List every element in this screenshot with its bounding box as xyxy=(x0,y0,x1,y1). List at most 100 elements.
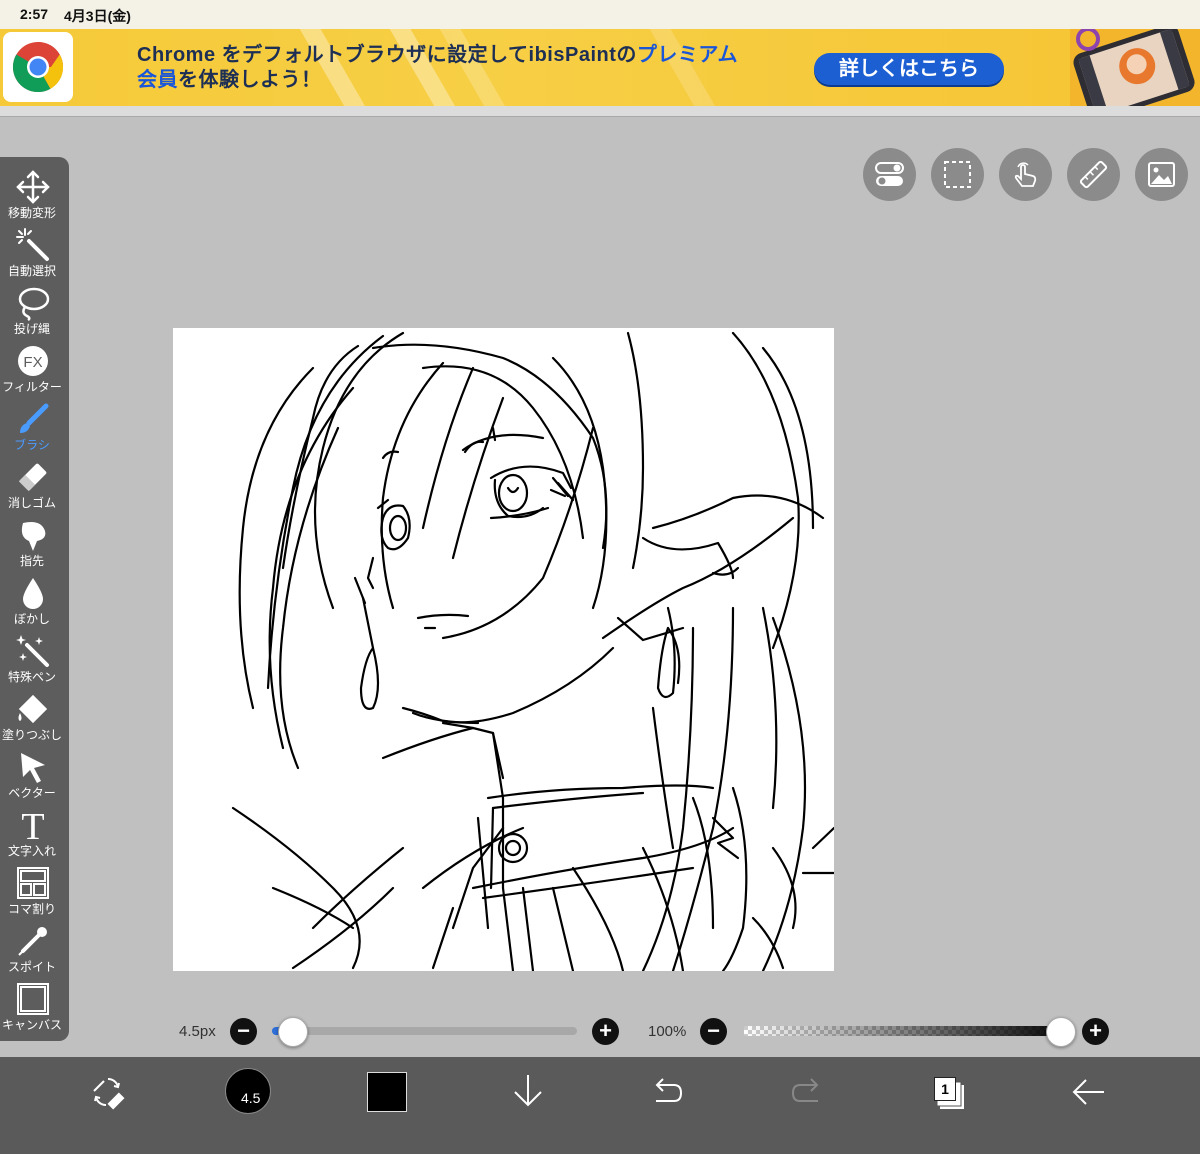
tool-palette: 移動変形 自動選択 投げ縄 FX フィルター ブラシ 消しゴム 指先 ぼかし 特… xyxy=(0,157,69,1041)
tool-special-pen[interactable]: 特殊ペン xyxy=(0,629,66,687)
layer-merge-down-button[interactable] xyxy=(511,1071,571,1131)
tool-label: ベクター xyxy=(8,786,56,800)
canvas-icon xyxy=(17,983,49,1015)
tool-frame-divider[interactable]: コマ割り xyxy=(0,861,66,919)
minus-icon: − xyxy=(707,1018,720,1043)
tool-fill[interactable]: 塗りつぶし xyxy=(0,687,66,745)
opacity-plus-button[interactable]: + xyxy=(1082,1018,1109,1045)
tool-magic-wand[interactable]: 自動選択 xyxy=(0,223,66,281)
banner-divider xyxy=(0,106,1200,117)
fill-icon xyxy=(18,694,48,724)
settings-toggle-button[interactable] xyxy=(863,148,916,201)
tool-eyedropper[interactable]: スポイト xyxy=(0,919,66,977)
tool-filter[interactable]: FX フィルター xyxy=(0,339,66,397)
tool-vector[interactable]: ベクター xyxy=(0,745,66,803)
fx-icon: FX xyxy=(18,346,48,376)
plus-icon: + xyxy=(1089,1018,1102,1043)
svg-text:T: T xyxy=(21,807,44,843)
color-picker-button[interactable] xyxy=(367,1072,407,1112)
opacity-minus-button[interactable]: − xyxy=(700,1018,727,1045)
drawing-canvas[interactable] xyxy=(173,328,834,971)
opacity-knob[interactable] xyxy=(1046,1017,1076,1047)
tool-label: フィルター xyxy=(2,380,62,394)
smudge-icon xyxy=(21,522,46,551)
magic-wand-icon xyxy=(16,228,49,261)
reference-image-icon xyxy=(1148,162,1175,187)
special-pen-icon xyxy=(16,635,49,667)
lasso-icon xyxy=(18,287,50,321)
blur-icon xyxy=(23,578,43,609)
toggle-icon xyxy=(875,162,904,186)
tool-label: 塗りつぶし xyxy=(1,728,63,742)
touch-icon xyxy=(1014,162,1037,187)
selection-button[interactable] xyxy=(931,148,984,201)
ad-cta-button[interactable]: 詳しくはこちら xyxy=(814,53,1004,85)
status-bar: 2:57 4月3日(金) xyxy=(0,0,1200,29)
brush-size-plus-button[interactable]: + xyxy=(592,1018,619,1045)
quick-switch-button[interactable] xyxy=(88,1073,148,1133)
ad-message: Chrome をデフォルトブラウザに設定してibisPaintのプレミアム 会員… xyxy=(137,43,738,93)
ad-text-2: を体験しよう！ xyxy=(178,69,322,91)
tool-label: 指先 xyxy=(19,554,44,568)
brush-size-knob[interactable] xyxy=(278,1017,309,1047)
eraser-icon xyxy=(18,463,47,492)
tool-label: ブラシ xyxy=(14,438,50,452)
text-icon: T xyxy=(21,807,44,843)
redo-button[interactable] xyxy=(790,1075,850,1135)
bottom-toolbar: 4.5 1 xyxy=(0,1057,1200,1154)
eyedropper-icon xyxy=(18,927,47,956)
layer-count-badge: 1 xyxy=(934,1077,956,1101)
brush-size-indicator: 4.5 xyxy=(241,1090,261,1106)
undo-button[interactable] xyxy=(650,1075,710,1135)
tool-move[interactable]: 移動変形 xyxy=(0,165,66,223)
tool-label: 文字入れ xyxy=(7,844,56,858)
plus-icon: + xyxy=(599,1018,612,1043)
brush-icon xyxy=(20,403,49,433)
status-date: 4月3日(金) xyxy=(64,8,131,24)
ad-highlight-1: プレミアム xyxy=(636,44,738,66)
frame-divider-icon xyxy=(17,867,49,899)
opacity-label: 100% xyxy=(648,1023,687,1040)
redo-icon xyxy=(791,1078,819,1102)
ad-highlight-2: 会員 xyxy=(137,69,178,91)
tool-label: キャンバス xyxy=(1,1018,62,1032)
opacity-slider[interactable] xyxy=(744,1026,1074,1036)
tool-eraser[interactable]: 消しゴム xyxy=(0,455,66,513)
brush-size-slider[interactable] xyxy=(272,1027,577,1035)
tool-canvas[interactable]: キャンバス xyxy=(0,977,66,1035)
ad-promo-image xyxy=(1070,29,1200,106)
move-icon xyxy=(16,170,50,204)
tool-blur[interactable]: ぼかし xyxy=(0,571,66,629)
tool-text[interactable]: T 文字入れ xyxy=(0,803,66,861)
tool-label: 特殊ペン xyxy=(7,670,56,684)
ad-banner[interactable]: Chrome をデフォルトブラウザに設定してibisPaintのプレミアム 会員… xyxy=(0,29,1200,106)
arrow-down-icon xyxy=(514,1075,542,1107)
reference-image-button[interactable] xyxy=(1135,148,1188,201)
svg-text:FX: FX xyxy=(23,354,42,371)
tool-brush[interactable]: ブラシ xyxy=(0,397,66,455)
undo-icon xyxy=(655,1078,683,1102)
line-art-sketch xyxy=(231,331,834,971)
tool-label: 消しゴム xyxy=(7,496,56,510)
selection-icon xyxy=(944,161,971,188)
brush-size-minus-button[interactable]: − xyxy=(230,1018,257,1045)
tool-lasso[interactable]: 投げ縄 xyxy=(0,281,66,339)
tool-label: ぼかし xyxy=(13,612,50,626)
arrow-left-icon xyxy=(1072,1079,1104,1105)
status-time: 2:57 xyxy=(20,6,49,22)
brush-eraser-swap-icon xyxy=(93,1077,125,1110)
ad-text-1: Chrome をデフォルトブラウザに設定してibisPaintの xyxy=(137,44,637,66)
ruler-icon xyxy=(1079,160,1108,189)
tool-label: 投げ縄 xyxy=(13,322,50,336)
minus-icon: − xyxy=(237,1018,250,1043)
vector-icon xyxy=(21,753,45,783)
chrome-logo-icon xyxy=(3,32,73,102)
tool-smudge[interactable]: 指先 xyxy=(0,513,66,571)
tool-label: 移動変形 xyxy=(7,206,56,220)
tool-label: スポイト xyxy=(7,960,56,974)
tool-label: 自動選択 xyxy=(7,264,56,278)
tool-label: コマ割り xyxy=(7,902,56,916)
ruler-button[interactable] xyxy=(1067,148,1120,201)
touch-button[interactable] xyxy=(999,148,1052,201)
back-button[interactable] xyxy=(1070,1075,1130,1135)
